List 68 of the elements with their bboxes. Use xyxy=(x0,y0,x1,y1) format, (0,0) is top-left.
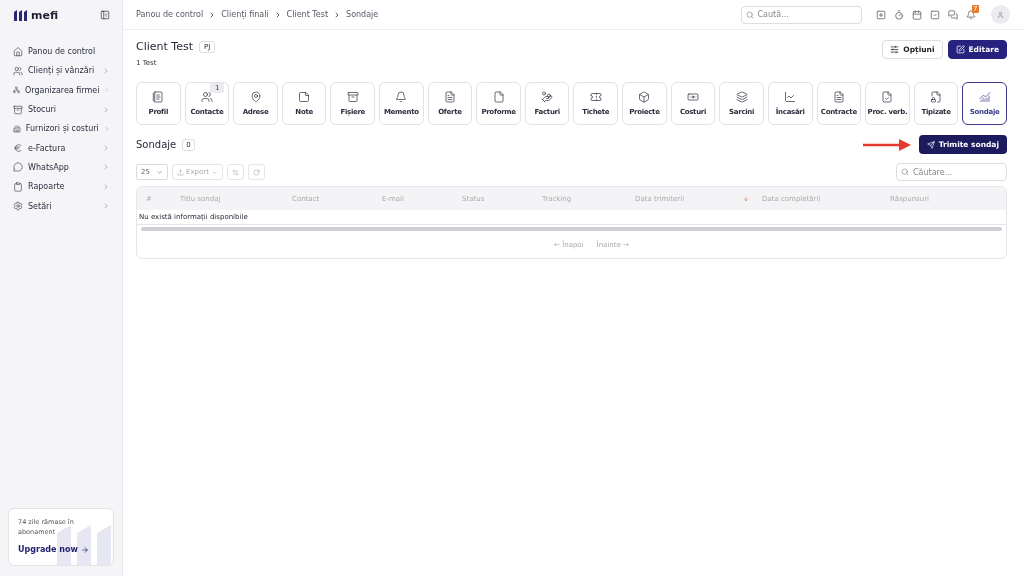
archive-icon xyxy=(13,104,23,115)
notification-icon[interactable] xyxy=(965,9,976,20)
logo-text: mefi xyxy=(31,8,59,22)
file-icon xyxy=(492,91,505,103)
sidebar-item[interactable]: Panou de control xyxy=(8,42,114,62)
settings-icon xyxy=(13,201,23,211)
users-icon xyxy=(200,91,213,103)
line-chart-icon xyxy=(784,91,797,103)
client-name: Client Test xyxy=(136,40,193,53)
edit-icon xyxy=(955,45,965,54)
notebook-icon xyxy=(152,91,165,103)
caret-icon xyxy=(156,168,163,176)
document-icon xyxy=(832,91,845,103)
sort-arrow-icon xyxy=(743,195,749,202)
users-icon xyxy=(13,65,23,76)
layers-icon xyxy=(735,91,748,103)
box-icon xyxy=(638,91,651,103)
sidebar-item[interactable]: WhatsApp xyxy=(8,157,114,178)
add-icon[interactable] xyxy=(875,9,886,20)
avatar[interactable] xyxy=(991,5,1010,24)
clipboard-icon xyxy=(13,181,23,192)
collapse-sidebar-icon[interactable] xyxy=(100,10,110,20)
breadcrumb[interactable]: Sondaje xyxy=(346,10,379,19)
chart-icon xyxy=(978,91,991,103)
archive-icon xyxy=(346,91,359,103)
sidebar-item[interactable]: Stocuri xyxy=(8,99,114,120)
calendar-icon[interactable] xyxy=(911,9,922,20)
arrow-icon xyxy=(862,138,911,151)
sidebar-item[interactable]: Setări xyxy=(8,196,114,216)
search-icon xyxy=(901,168,909,176)
upgrade-link[interactable]: Upgrade now xyxy=(18,545,89,555)
ticket-icon xyxy=(589,91,602,103)
sidebar-item[interactable]: Clienți și vânzări xyxy=(8,61,114,81)
task-icon[interactable] xyxy=(929,9,940,20)
sidebar-item[interactable]: e-Factura xyxy=(8,138,114,158)
table-search-field[interactable]: Căutare... xyxy=(896,163,1007,181)
bell-icon xyxy=(395,91,408,103)
section-title: Sondaje xyxy=(136,139,177,150)
breadcrumb[interactable]: Client Test xyxy=(286,10,329,19)
swap-icon xyxy=(231,168,239,176)
breadcrumb[interactable]: Panou de control xyxy=(136,10,204,19)
hand-coins-icon xyxy=(541,91,554,103)
sliders-icon xyxy=(890,45,900,54)
euro-icon xyxy=(13,143,23,154)
building-icon xyxy=(13,123,21,134)
timer-icon[interactable] xyxy=(893,9,904,20)
refresh-icon xyxy=(252,168,260,176)
arrow-right-icon xyxy=(80,545,89,554)
file-check-icon xyxy=(881,91,894,103)
network-icon xyxy=(13,85,20,96)
note-icon xyxy=(298,91,311,103)
chat-icon xyxy=(13,162,23,173)
sidebar-item[interactable]: Furnizori și costuri xyxy=(8,119,114,139)
search-icon xyxy=(745,10,754,19)
caret-icon xyxy=(210,168,218,176)
sidebar-item[interactable]: Rapoarte xyxy=(8,177,114,197)
map-pin-icon xyxy=(249,91,262,103)
send-icon xyxy=(926,140,935,149)
document-icon xyxy=(443,91,456,103)
messages-icon[interactable] xyxy=(947,9,958,20)
logo-icon xyxy=(14,9,28,21)
upload-icon xyxy=(177,168,184,176)
house-icon xyxy=(13,46,23,57)
search-field[interactable]: Caută... xyxy=(740,5,862,24)
file-lock-icon xyxy=(930,91,943,103)
sidebar-item[interactable]: Organizarea firmei xyxy=(8,80,114,100)
breadcrumb[interactable]: Clienți finali xyxy=(221,10,269,19)
banknote-icon xyxy=(687,91,699,103)
